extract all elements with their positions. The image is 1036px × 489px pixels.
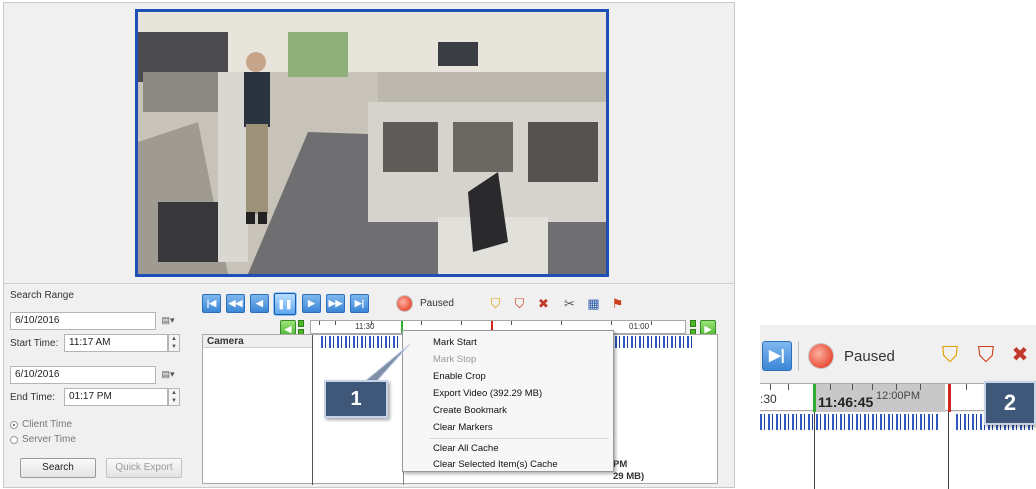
mark-stop-icon[interactable]: ⛉ — [510, 294, 529, 313]
mark-stop-marker[interactable] — [948, 384, 951, 412]
start-time-field[interactable]: 11:17 AM — [64, 334, 168, 352]
toolbar-divider — [798, 341, 799, 371]
search-button[interactable]: Search — [20, 458, 96, 478]
video-frame-image — [138, 12, 606, 274]
menu-item-clear-markers[interactable]: Clear Markers — [433, 422, 493, 433]
tick-label-0100: 01:00 — [629, 322, 650, 331]
start-date-field[interactable]: 6/10/2016 — [10, 312, 156, 330]
menu-item-create-bookmark[interactable]: Create Bookmark — [433, 405, 507, 416]
export-video-icon[interactable]: ▦ — [584, 294, 603, 313]
tick-label-30: :30 — [760, 392, 777, 406]
end-time-spinner[interactable]: ▲ ▼ — [168, 388, 180, 406]
end-time-field[interactable]: 01:17 PM — [64, 388, 168, 406]
pause-button[interactable]: ❚❚ — [274, 293, 296, 315]
bookmark-icon[interactable]: ⚑ — [608, 294, 627, 313]
track-divider — [948, 412, 949, 489]
zoom-detail: ▶| Paused ⛉ ⛉ ✖ :30 12:00PM 11:46:45 2 — [760, 325, 1036, 489]
record-icon[interactable] — [808, 343, 834, 369]
callout-2: 2 — [984, 381, 1036, 425]
menu-item-mark-start[interactable]: Mark Start — [433, 337, 477, 348]
behind-menu-text: PM — [613, 459, 628, 470]
clear-markers-icon[interactable]: ✖ — [1006, 341, 1034, 369]
end-date-field[interactable]: 6/10/2016 — [10, 366, 156, 384]
client-time-label: Client Time — [22, 419, 73, 430]
playback-status: Paused — [420, 298, 454, 309]
menu-item-mark-stop[interactable]: Mark Stop — [433, 354, 476, 365]
play-button[interactable]: ▶ — [302, 294, 321, 313]
mark-start-marker[interactable] — [813, 384, 816, 412]
rewind-button[interactable]: ◀◀ — [226, 294, 245, 313]
mark-time-label: 11:46:45 — [818, 394, 874, 410]
video-feed[interactable] — [135, 9, 609, 277]
menu-item-export-video[interactable]: Export Video (392.29 MB) — [433, 388, 542, 399]
callout-pointer — [364, 343, 411, 382]
playback-controls-panel: Search Range 6/10/2016 ▤▾ Start Time: 11… — [4, 283, 734, 487]
crop-icon[interactable]: ✂ — [560, 294, 579, 313]
last-frame-button[interactable]: ▶| — [350, 294, 369, 313]
step-back-button[interactable]: ◀ — [250, 294, 269, 313]
clear-markers-icon[interactable]: ✖ — [534, 294, 553, 313]
tick-label-1130: 11:30 — [355, 322, 375, 331]
calendar-dropdown-icon[interactable]: ▤▾ — [158, 366, 178, 384]
start-time-label: Start Time: — [10, 338, 59, 349]
callout-1: 1 — [324, 380, 388, 418]
mark-stop-icon[interactable]: ⛉ — [972, 341, 1000, 369]
mark-start-icon[interactable]: ⛉ — [936, 341, 964, 369]
first-frame-button[interactable]: |◀ — [202, 294, 221, 313]
main-screenshot: Search Range 6/10/2016 ▤▾ Start Time: 11… — [3, 2, 735, 488]
behind-menu-text: 29 MB) — [613, 471, 645, 482]
playback-status: Paused — [844, 348, 895, 365]
client-time-radio[interactable] — [10, 421, 18, 429]
start-time-spinner[interactable]: ▲ ▼ — [168, 334, 180, 352]
camera-header: Camera — [207, 336, 244, 347]
track-divider — [312, 335, 313, 485]
playhead-line — [814, 412, 815, 489]
calendar-dropdown-icon[interactable]: ▤▾ — [158, 312, 178, 330]
server-time-label: Server Time — [22, 434, 76, 445]
recording-strip — [760, 414, 940, 430]
end-time-label: End Time: — [10, 392, 56, 403]
video-area — [4, 3, 734, 281]
quick-export-button[interactable]: Quick Export — [106, 458, 182, 478]
menu-item-clear-all-cache[interactable]: Clear All Cache — [433, 443, 498, 454]
menu-item-clear-selected-cache[interactable]: Clear Selected Item(s) Cache — [433, 459, 558, 470]
server-time-radio[interactable] — [10, 436, 18, 444]
tick-label-1200pm: 12:00PM — [876, 390, 921, 402]
menu-separator — [429, 438, 609, 439]
fast-forward-button[interactable]: ▶▶ — [326, 294, 345, 313]
record-icon[interactable] — [396, 295, 413, 312]
context-menu: Mark Start Mark Stop Enable Crop Export … — [402, 330, 614, 472]
search-range-label: Search Range — [10, 290, 74, 301]
last-frame-button[interactable]: ▶| — [762, 341, 792, 371]
recording-strip — [615, 336, 693, 348]
mark-start-icon[interactable]: ⛉ — [486, 294, 505, 313]
menu-item-enable-crop[interactable]: Enable Crop — [433, 371, 486, 382]
